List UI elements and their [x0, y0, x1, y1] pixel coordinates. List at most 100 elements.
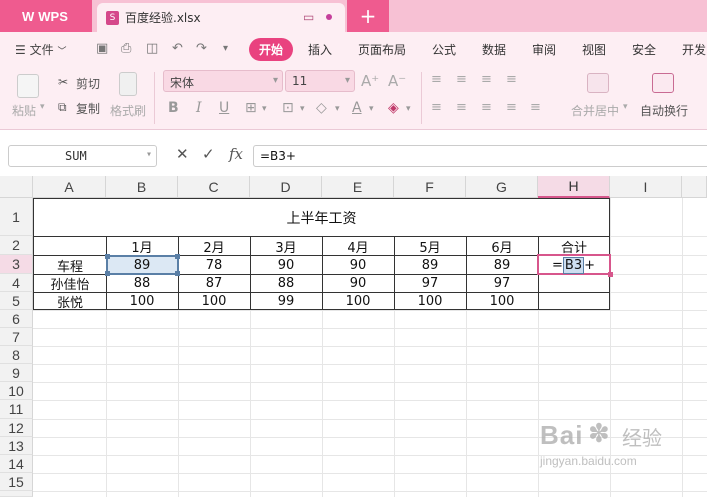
row-header-12[interactable]: 12: [0, 419, 33, 437]
chevron-down-icon[interactable]: ▾: [623, 102, 628, 112]
column-header-i[interactable]: I: [610, 176, 682, 198]
header-cell-c2[interactable]: 2月: [178, 237, 250, 256]
fill-handle[interactable]: [608, 272, 613, 277]
clear-format-icon[interactable]: ◈: [388, 100, 399, 116]
header-cell-b2[interactable]: 1月: [106, 237, 178, 256]
wps-home-tab[interactable]: W WPS: [0, 0, 92, 32]
select-all-corner[interactable]: [0, 176, 33, 198]
value-cell-c3[interactable]: 78: [178, 256, 250, 274]
bold-icon[interactable]: B: [168, 100, 179, 116]
tab-home[interactable]: 开始: [249, 38, 294, 61]
chevron-down-icon[interactable]: ▾: [146, 149, 152, 160]
justify-icon[interactable]: ≡: [506, 100, 517, 115]
value-cell-e3[interactable]: 90: [322, 256, 394, 274]
fill-color-icon[interactable]: ◇: [316, 100, 327, 116]
row-header-4[interactable]: 4: [0, 274, 33, 292]
borders-icon[interactable]: ⊞: [245, 100, 257, 116]
cell-editor-h3[interactable]: = B3 +: [552, 256, 595, 274]
header-cell-d2[interactable]: 3月: [250, 237, 322, 256]
value-cell-g4[interactable]: 97: [466, 274, 538, 292]
value-cell-b5[interactable]: 100: [106, 292, 178, 310]
column-header-d[interactable]: D: [250, 176, 322, 198]
distribute-icon[interactable]: ≡: [530, 100, 541, 115]
column-header-f[interactable]: F: [394, 176, 466, 198]
underline-icon[interactable]: U: [219, 100, 229, 116]
align-right-icon[interactable]: ≡: [481, 100, 492, 115]
name-box[interactable]: SUM ▾: [8, 145, 157, 167]
undo-icon[interactable]: ↶: [172, 41, 183, 56]
chevron-down-icon[interactable]: ▾: [406, 104, 411, 114]
name-cell-a5[interactable]: 张悦: [34, 292, 106, 311]
tab-data[interactable]: 数据: [482, 41, 506, 58]
row-header-7[interactable]: 7: [0, 328, 33, 346]
align-top-icon[interactable]: ≡: [431, 72, 442, 87]
tab-view[interactable]: 视图: [582, 41, 606, 58]
value-cell-e4[interactable]: 90: [322, 274, 394, 292]
column-header-e[interactable]: E: [322, 176, 394, 198]
cut-button[interactable]: 剪切: [76, 75, 100, 92]
copy-icon[interactable]: ⧉: [58, 100, 67, 115]
value-cell-c5[interactable]: 100: [178, 292, 250, 310]
font-color-icon[interactable]: A: [352, 100, 362, 116]
print-preview-icon[interactable]: ◫: [146, 41, 158, 56]
tab-page-layout[interactable]: 页面布局: [358, 41, 406, 58]
orientation-icon[interactable]: ≡: [506, 72, 517, 87]
value-cell-f4[interactable]: 97: [394, 274, 466, 292]
table-title[interactable]: 上半年工资: [34, 199, 609, 236]
tab-developer[interactable]: 开发: [682, 41, 706, 58]
value-cell-d3[interactable]: 90: [250, 256, 322, 274]
print-icon[interactable]: ⎙: [121, 41, 131, 56]
value-cell-b3[interactable]: 89: [106, 256, 178, 274]
column-header-b[interactable]: B: [106, 176, 178, 198]
tab-security[interactable]: 安全: [632, 41, 656, 58]
increase-font-size-icon[interactable]: A⁺: [361, 72, 379, 90]
column-header-j[interactable]: [682, 176, 707, 198]
value-cell-g5[interactable]: 100: [466, 292, 538, 310]
row-header-1[interactable]: 1: [0, 198, 33, 236]
header-cell-g2[interactable]: 6月: [466, 237, 538, 256]
header-cell-e2[interactable]: 4月: [322, 237, 394, 256]
row-header-6[interactable]: 6: [0, 310, 33, 328]
file-menu-button[interactable]: ☰ 文件 ﹀: [15, 41, 66, 58]
new-tab-button[interactable]: +: [347, 0, 389, 32]
row-header-14[interactable]: 14: [0, 455, 33, 473]
row-header-8[interactable]: 8: [0, 346, 33, 364]
row-header-15[interactable]: 15: [0, 473, 33, 491]
row-header-9[interactable]: 9: [0, 364, 33, 382]
row-header-5[interactable]: 5: [0, 292, 33, 310]
name-cell-a4[interactable]: 孙佳怡: [34, 274, 106, 293]
row-header-16[interactable]: [0, 491, 33, 497]
align-center-icon[interactable]: ≡: [456, 100, 467, 115]
value-cell-g3[interactable]: 89: [466, 256, 538, 274]
value-cell-c4[interactable]: 87: [178, 274, 250, 292]
header-cell-f2[interactable]: 5月: [394, 237, 466, 256]
align-bottom-icon[interactable]: ≡: [481, 72, 492, 87]
align-left-icon[interactable]: ≡: [431, 100, 442, 115]
row-header-13[interactable]: 13: [0, 437, 33, 455]
row-header-10[interactable]: 10: [0, 382, 33, 400]
tab-review[interactable]: 审阅: [532, 41, 556, 58]
paste-dropdown-icon[interactable]: ▾: [40, 102, 45, 112]
paste-button[interactable]: 粘贴: [12, 102, 36, 119]
column-header-c[interactable]: C: [178, 176, 250, 198]
chevron-down-icon[interactable]: ▾: [369, 104, 374, 114]
row-header-3[interactable]: 3: [0, 255, 33, 274]
chevron-down-icon[interactable]: ▾: [300, 104, 305, 114]
column-header-a[interactable]: A: [33, 176, 106, 198]
name-cell-a3[interactable]: 车程: [34, 256, 106, 275]
column-header-g[interactable]: G: [466, 176, 538, 198]
value-cell-e5[interactable]: 100: [322, 292, 394, 310]
paste-icon[interactable]: [17, 74, 39, 98]
italic-icon[interactable]: I: [196, 100, 202, 116]
tab-formulas[interactable]: 公式: [432, 41, 456, 58]
align-middle-icon[interactable]: ≡: [456, 72, 467, 87]
redo-icon[interactable]: ↷: [196, 41, 207, 56]
wrap-text-icon[interactable]: [652, 73, 674, 93]
decrease-font-size-icon[interactable]: A⁻: [388, 72, 406, 90]
cell-style-icon[interactable]: ⊡: [282, 100, 294, 116]
cancel-formula-icon[interactable]: ✕: [176, 145, 189, 163]
value-cell-d5[interactable]: 99: [250, 292, 322, 310]
merge-center-button[interactable]: 合并居中: [571, 102, 619, 119]
chevron-down-icon[interactable]: ▾: [335, 104, 340, 114]
row-header-11[interactable]: 11: [0, 400, 33, 419]
